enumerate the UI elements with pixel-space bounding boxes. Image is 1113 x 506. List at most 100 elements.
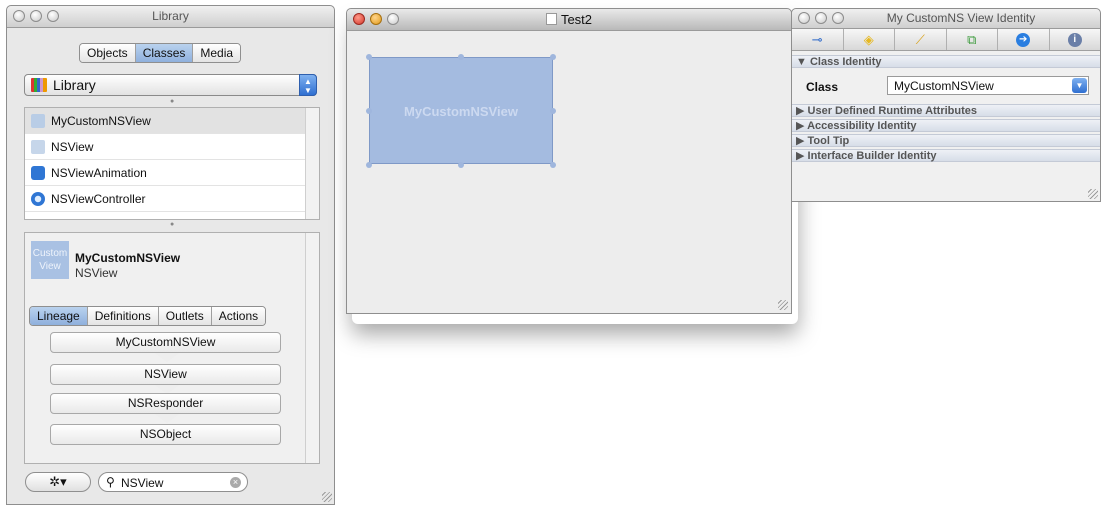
class-label: Class <box>806 80 839 94</box>
resize-grip-icon[interactable] <box>322 492 332 502</box>
splitter-handle[interactable]: ● <box>170 98 174 105</box>
search-icon: ⚲ <box>106 475 115 489</box>
class-row: Class MyCustomNSView ▼ <box>792 68 1100 104</box>
inspector-window: My CustomNS View Identity ⊸ ◈ ⟋ ⧉ ➔ i ▼ … <box>791 8 1101 202</box>
lineage-item[interactable]: NSResponder <box>50 393 281 414</box>
lineage-arrow-icon <box>155 353 179 362</box>
action-menu-button[interactable]: ✲▾ <box>25 472 91 492</box>
bindings-icon: ⧉ <box>967 31 977 47</box>
disclosure-closed-icon: ▶ <box>796 150 808 162</box>
lineage-item[interactable]: MyCustomNSView <box>50 332 281 353</box>
list-item[interactable]: NSViewAnimation <box>25 160 319 186</box>
search-field[interactable]: ⚲ NSView × <box>98 472 248 492</box>
minimize-button[interactable] <box>815 12 827 24</box>
controller-icon <box>31 191 45 206</box>
minimize-button[interactable] <box>30 10 42 22</box>
tab-media[interactable]: Media <box>193 44 241 62</box>
gear-icon: ✲▾ <box>49 474 67 489</box>
zoom-button[interactable] <box>832 12 844 24</box>
tab-definitions[interactable]: Definitions <box>87 307 159 325</box>
tab-objects[interactable]: Objects <box>80 44 136 62</box>
selection-handle[interactable] <box>366 54 372 60</box>
class-thumbnail: Custom View <box>31 241 69 279</box>
section-accessibility[interactable]: ▶ Accessibility Identity <box>792 119 1100 132</box>
tab-connections[interactable]: ➔ <box>998 29 1050 50</box>
close-button[interactable] <box>13 10 25 22</box>
resize-grip-icon[interactable] <box>778 300 788 310</box>
selection-handle[interactable] <box>366 162 372 168</box>
detail-scrollbar[interactable] <box>305 233 319 463</box>
tab-identity[interactable]: i <box>1050 29 1101 50</box>
zoom-button[interactable] <box>387 13 399 25</box>
diamond-icon: ◈ <box>863 31 874 47</box>
selection-handle[interactable] <box>550 108 556 114</box>
tab-effects[interactable]: ◈ <box>844 29 895 50</box>
disclosure-closed-icon: ▶ <box>796 105 808 117</box>
selection-handle[interactable] <box>550 54 556 60</box>
disclosure-open-icon: ▼ <box>796 56 810 68</box>
class-list-scrollbar[interactable] <box>305 108 319 219</box>
section-runtime-attributes[interactable]: ▶ User Defined Runtime Attributes <box>792 104 1100 117</box>
inspector-toolbar: ⊸ ◈ ⟋ ⧉ ➔ i <box>792 29 1100 51</box>
info-icon: i <box>1067 32 1082 47</box>
slider-icon: ⊸ <box>811 31 823 47</box>
inspector-title: My CustomNS View Identity <box>886 11 1036 25</box>
tab-attributes[interactable]: ⊸ <box>792 29 844 50</box>
section-class-identity[interactable]: ▼ Class Identity <box>792 55 1100 68</box>
close-button[interactable] <box>798 12 810 24</box>
resize-grip-icon[interactable] <box>1088 189 1098 199</box>
cube-icon <box>31 165 45 180</box>
class-list: MyCustomNSView NSView NSViewAnimation NS… <box>24 107 320 220</box>
close-button[interactable] <box>353 13 365 25</box>
library-tab-bar: Objects Classes Media <box>79 43 242 63</box>
library-titlebar: Library <box>7 6 334 28</box>
library-popup[interactable]: Library ▲ ▼ <box>24 74 317 96</box>
combobox-arrow-icon[interactable]: ▼ <box>1072 78 1087 93</box>
canvas-title: Test2 <box>560 12 593 27</box>
tab-lineage[interactable]: Lineage <box>30 307 88 325</box>
list-item[interactable]: NSViewController <box>25 186 319 212</box>
tab-actions[interactable]: Actions <box>211 307 266 325</box>
list-item[interactable]: MyCustomNSView <box>25 108 319 134</box>
lineage-arrow-icon <box>155 414 179 423</box>
search-input[interactable]: NSView <box>121 476 163 490</box>
class-detail-panel: Custom View MyCustomNSView NSView Lineag… <box>24 232 320 464</box>
nib-document-icon <box>545 13 557 25</box>
library-popup-label: Library <box>53 77 96 93</box>
tab-bindings[interactable]: ⧉ <box>947 29 998 50</box>
clear-search-icon[interactable]: × <box>230 477 241 488</box>
selection-handle[interactable] <box>458 54 464 60</box>
arrow-circle-icon: ➔ <box>1016 32 1031 47</box>
inspector-titlebar: My CustomNS View Identity <box>792 9 1100 29</box>
selection-handle[interactable] <box>366 108 372 114</box>
disclosure-closed-icon: ▶ <box>796 135 808 147</box>
canvas-titlebar: Test2 <box>347 9 791 31</box>
view-icon <box>31 139 45 154</box>
class-combobox-value: MyCustomNSView <box>894 79 994 93</box>
custom-view[interactable]: MyCustomNSView <box>369 57 553 164</box>
tab-outlets[interactable]: Outlets <box>158 307 212 325</box>
zoom-button[interactable] <box>47 10 59 22</box>
list-item[interactable]: NSView <box>25 134 319 160</box>
class-combobox[interactable]: MyCustomNSView ▼ <box>887 76 1089 95</box>
books-icon <box>31 78 47 92</box>
ruler-icon: ⟋ <box>915 31 925 47</box>
detail-class-name: MyCustomNSView <box>75 251 181 265</box>
selection-handle[interactable] <box>550 162 556 168</box>
section-tooltip[interactable]: ▶ Tool Tip <box>792 134 1100 147</box>
lineage-item[interactable]: NSView <box>50 364 281 385</box>
lineage-item[interactable]: NSObject <box>50 424 281 445</box>
disclosure-closed-icon: ▶ <box>796 120 808 132</box>
library-window: Library Objects Classes Media Library ▲ ▼… <box>6 5 335 505</box>
custom-view-label: MyCustomNSView <box>404 104 518 119</box>
tab-size[interactable]: ⟋ <box>895 29 947 50</box>
minimize-button[interactable] <box>370 13 382 25</box>
custom-view-icon <box>31 113 45 128</box>
library-title: Library <box>152 9 189 23</box>
selection-handle[interactable] <box>458 162 464 168</box>
section-ib-identity[interactable]: ▶ Interface Builder Identity <box>792 149 1100 162</box>
detail-superclass: NSView <box>75 266 118 280</box>
canvas-window: Test2 MyCustomNSView <box>346 8 792 314</box>
splitter-handle[interactable]: ● <box>170 221 174 228</box>
tab-classes[interactable]: Classes <box>135 44 194 62</box>
